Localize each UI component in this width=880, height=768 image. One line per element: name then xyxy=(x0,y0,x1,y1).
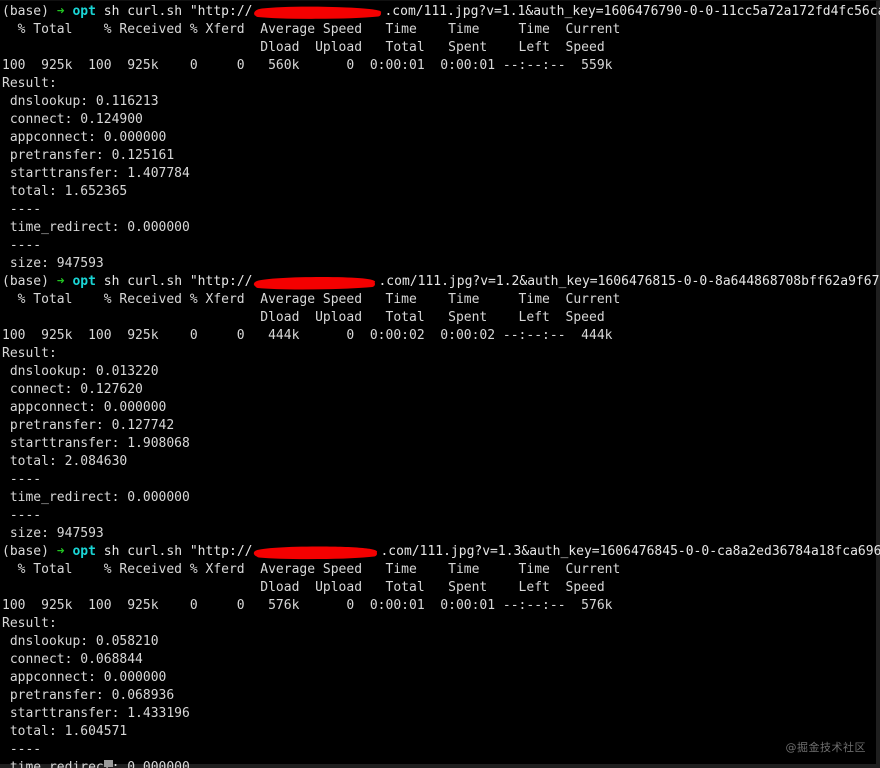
terminal-cursor xyxy=(104,760,113,767)
result-dnslookup: dnslookup: 0.013220 xyxy=(2,364,159,379)
curl-header-row-2: Dload Upload Total Spent Left Speed xyxy=(2,310,605,325)
result-dnslookup: dnslookup: 0.116213 xyxy=(2,94,159,109)
result-appconnect: appconnect: 0.000000 xyxy=(2,130,167,145)
result-total: total: 1.652365 xyxy=(2,184,128,199)
result-separator: ---- xyxy=(2,742,42,757)
terminal-screen[interactable]: (base) ➜ opt sh curl.sh "http:// .com/111… xyxy=(0,0,880,768)
result-starttransfer: starttransfer: 1.908068 xyxy=(2,436,190,451)
prompt-arrow-icon: ➜ xyxy=(56,4,65,19)
result-total: total: 2.084630 xyxy=(2,454,128,469)
redaction-marker-2 xyxy=(252,275,378,289)
watermark: @掘金技术社区 xyxy=(785,741,866,754)
curl-progress-row: 100 925k 100 925k 0 0 444k 0 0:00:02 0:0… xyxy=(2,328,613,343)
command-text-prefix: sh curl.sh "http:// xyxy=(103,4,253,19)
result-appconnect: appconnect: 0.000000 xyxy=(2,400,167,415)
curl-progress-row: 100 925k 100 925k 0 0 560k 0 0:00:01 0:0… xyxy=(2,58,613,73)
command-text-suffix: .com/111.jpg?v=1.2&auth_key=1606476815-0… xyxy=(378,274,880,289)
prompt-directory: opt xyxy=(72,4,96,19)
result-connect: connect: 0.124900 xyxy=(2,112,143,127)
curl-header-row-1: % Total % Received % Xferd Average Speed… xyxy=(2,562,621,577)
result-pretransfer: pretransfer: 0.068936 xyxy=(2,688,175,703)
result-total: total: 1.604571 xyxy=(2,724,128,739)
result-connect: connect: 0.127620 xyxy=(2,382,143,397)
command-line: (base) ➜ opt sh curl.sh "http:// .com/111… xyxy=(2,3,880,21)
result-starttransfer: starttransfer: 1.433196 xyxy=(2,706,190,721)
result-separator: ---- xyxy=(2,202,42,217)
terminal-window[interactable]: (base) ➜ opt sh curl.sh "http:// .com/111… xyxy=(0,0,880,768)
command-text-suffix: .com/111.jpg?v=1.3&auth_key=1606476845-0… xyxy=(380,544,880,559)
result-dnslookup: dnslookup: 0.058210 xyxy=(2,634,159,649)
curl-progress-row: 100 925k 100 925k 0 0 576k 0 0:00:01 0:0… xyxy=(2,598,613,613)
prompt-directory: opt xyxy=(72,544,96,559)
result-label: Result: xyxy=(2,76,57,91)
prompt-arrow-icon: ➜ xyxy=(56,274,65,289)
result-separator: ---- xyxy=(2,472,42,487)
command-line: (base) ➜ opt sh curl.sh "http:// .com/111… xyxy=(2,543,880,561)
result-label: Result: xyxy=(2,346,57,361)
prompt-env: (base) xyxy=(2,274,49,289)
prompt-arrow-icon: ➜ xyxy=(56,544,65,559)
result-separator: ---- xyxy=(2,238,42,253)
result-size: size: 947593 xyxy=(2,256,104,271)
result-time-redirect: time_redirect: 0.000000 xyxy=(2,490,190,505)
curl-header-row-2: Dload Upload Total Spent Left Speed xyxy=(2,40,605,55)
result-size: size: 947593 xyxy=(2,526,104,541)
redaction-marker-1 xyxy=(252,5,384,19)
result-starttransfer: starttransfer: 1.407784 xyxy=(2,166,190,181)
command-text-prefix: sh curl.sh "http:// xyxy=(103,274,253,289)
result-appconnect: appconnect: 0.000000 xyxy=(2,670,167,685)
prompt-env: (base) xyxy=(2,4,49,19)
command-text-suffix: .com/111.jpg?v=1.1&auth_key=1606476790-0… xyxy=(384,4,880,19)
result-connect: connect: 0.068844 xyxy=(2,652,143,667)
curl-header-row-1: % Total % Received % Xferd Average Speed… xyxy=(2,22,621,37)
result-time-redirect: time_redirect: 0.000000 xyxy=(2,220,190,235)
command-text-prefix: sh curl.sh "http:// xyxy=(103,544,253,559)
result-pretransfer: pretransfer: 0.125161 xyxy=(2,148,175,163)
result-label: Result: xyxy=(2,616,57,631)
command-line: (base) ➜ opt sh curl.sh "http:// .com/111… xyxy=(2,273,880,291)
result-pretransfer: pretransfer: 0.127742 xyxy=(2,418,175,433)
result-time-redirect: time_redirect: 0.000000 xyxy=(2,760,190,768)
prompt-env: (base) xyxy=(2,544,49,559)
redaction-marker-3 xyxy=(252,545,380,559)
prompt-directory: opt xyxy=(72,274,96,289)
result-separator: ---- xyxy=(2,508,42,523)
curl-header-row-1: % Total % Received % Xferd Average Speed… xyxy=(2,292,621,307)
curl-header-row-2: Dload Upload Total Spent Left Speed xyxy=(2,580,605,595)
